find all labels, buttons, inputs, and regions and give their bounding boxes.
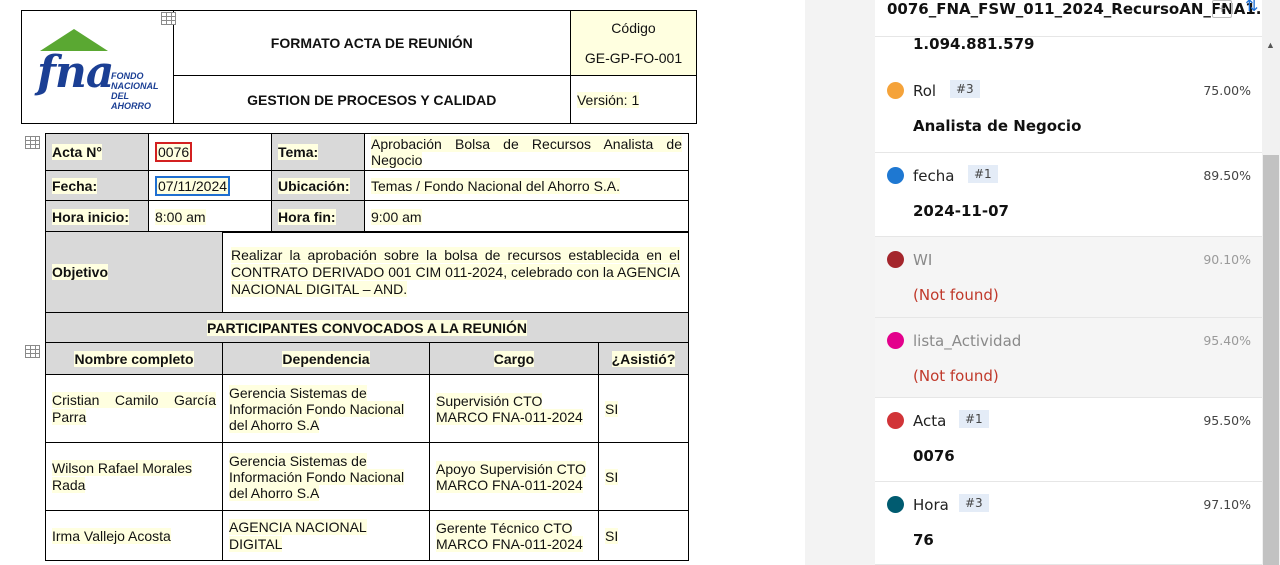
field-confidence: 89.50%: [1203, 168, 1251, 183]
table-row: Wilson Rafael Morales Rada Gerencia Sist…: [45, 442, 689, 511]
field-confidence: 95.50%: [1203, 413, 1251, 428]
field-row-fecha[interactable]: fecha #1 89.50% 2024-11-07: [875, 153, 1262, 237]
tema-label: Tema:: [271, 133, 365, 171]
table-handle-icon[interactable]: [161, 12, 176, 25]
scrollbar[interactable]: ▲: [1262, 0, 1280, 565]
participants-title: PARTICIPANTES CONVOCADOS A LA REUNIÓN: [45, 312, 689, 343]
field-color-dot-icon: [887, 167, 904, 184]
objetivo-value: Realizar la aprobación sobre la bolsa de…: [222, 231, 689, 313]
document-viewer: fna FONDO NACIONAL DEL AHORRO FORMATO AC…: [0, 0, 805, 565]
participant-dependencia: Gerencia Sistemas de Información Fondo N…: [222, 374, 430, 443]
table-handle-icon[interactable]: [25, 345, 40, 358]
doc-subtitle: GESTION DE PROCESOS Y CALIDAD: [172, 75, 571, 124]
new-file-icon[interactable]: +: [1212, 0, 1232, 18]
participant-cargo: Apoyo Supervisión CTO MARCO FNA-011-2024: [429, 442, 599, 511]
acta-value-cell: 0076: [148, 133, 272, 171]
field-confidence: 97.10%: [1203, 497, 1251, 512]
field-name: Rol: [913, 82, 937, 100]
field-value[interactable]: 2024-11-07: [913, 202, 1009, 220]
field-value[interactable]: (Not found): [913, 367, 999, 385]
field-name: WI: [913, 251, 933, 269]
fecha-value-cell: 07/11/2024: [148, 170, 272, 201]
field-row-hora[interactable]: Hora #3 97.10% 76: [875, 482, 1262, 565]
acta-label: Acta N°: [45, 133, 149, 171]
fecha-value[interactable]: 07/11/2024: [155, 175, 231, 196]
version-value: Versión: 1: [576, 91, 640, 108]
fecha-label: Fecha:: [45, 170, 149, 201]
col-header-dependencia: Dependencia: [222, 342, 430, 375]
scrollbar-thumb[interactable]: [1263, 155, 1279, 565]
header-table: fna FONDO NACIONAL DEL AHORRO FORMATO AC…: [21, 10, 698, 124]
doc-title: FORMATO ACTA DE REUNIÓN: [172, 10, 571, 76]
field-value[interactable]: Analista de Negocio: [913, 117, 1081, 135]
tema-value: Aprobación Bolsa de Recursos Analista de…: [364, 133, 689, 171]
field-row-acta[interactable]: Acta #1 95.50% 0076: [875, 398, 1262, 482]
logo-text: FONDO NACIONAL DEL AHORRO: [111, 71, 159, 111]
field-value[interactable]: 0076: [913, 447, 955, 465]
participant-nombre: Cristian Camilo García Parra: [45, 374, 223, 443]
field-name: fecha: [913, 167, 955, 185]
hora-inicio-value: 8:00 am: [148, 200, 272, 233]
field-value[interactable]: 76: [913, 531, 934, 549]
participant-nombre: Irma Vallejo Acosta: [45, 510, 223, 561]
table-row: Cristian Camilo García Parra Gerencia Si…: [45, 374, 689, 443]
objetivo-label: Objetivo: [45, 231, 223, 313]
participant-asistio: SI: [598, 510, 689, 561]
hora-fin-label: Hora fin:: [271, 200, 365, 233]
participant-dependencia: AGENCIA NACIONAL DIGITAL: [222, 510, 430, 561]
table-row: Irma Vallejo Acosta AGENCIA NACIONAL DIG…: [45, 510, 689, 561]
field-row-wi[interactable]: WI 90.10% (Not found): [875, 237, 1262, 318]
field-badge: #1: [968, 165, 998, 183]
field-badge: #3: [959, 494, 989, 512]
participant-cargo: Gerente Técnico CTO MARCO FNA-011-2024: [429, 510, 599, 561]
col-header-nombre: Nombre completo: [45, 342, 223, 375]
codigo-cell: Código GE-GP-FO-001: [569, 10, 698, 76]
participant-dependencia: Gerencia Sistemas de Información Fondo N…: [222, 442, 430, 511]
logo-wordmark: fna: [37, 47, 114, 98]
version-cell: Versión: 1: [569, 75, 698, 124]
col-header-cargo: Cargo: [429, 342, 599, 375]
field-badge: #3: [950, 80, 980, 98]
logo-cell: fna FONDO NACIONAL DEL AHORRO: [21, 10, 174, 124]
participant-nombre: Wilson Rafael Morales Rada: [45, 442, 223, 511]
field-color-dot-icon: [887, 251, 904, 268]
sort-arrows-icon[interactable]: ⇅: [1245, 0, 1258, 15]
table-handle-icon[interactable]: [25, 136, 40, 149]
field-confidence: 75.00%: [1203, 83, 1251, 98]
field-name: Hora: [913, 496, 949, 514]
codigo-label: Código: [611, 20, 656, 36]
col-header-asistio: ¿Asistió?: [598, 342, 689, 375]
hora-fin-value: 9:00 am: [364, 200, 689, 233]
participant-cargo: Supervisión CTO MARCO FNA-011-2024: [429, 374, 599, 443]
field-color-dot-icon: [887, 82, 904, 99]
field-color-dot-icon: [887, 496, 904, 513]
pane-divider: [805, 0, 875, 565]
ubicacion-value: Temas / Fondo Nacional del Ahorro S.A.: [364, 170, 689, 201]
field-name: Acta: [913, 412, 947, 430]
field-name: lista_Actividad: [913, 332, 1022, 350]
top-value: 1.094.881.579: [913, 35, 1035, 53]
panel-header: 0076_FNA_FSW_011_2024_RecursoAN_FNA1... …: [875, 0, 1262, 53]
participants-table: Objetivo Realizar la aprobación sobre la…: [45, 231, 689, 561]
field-row-rol[interactable]: Rol #3 75.00% Analista de Negocio: [875, 68, 1262, 153]
ubicacion-label: Ubicación:: [271, 170, 365, 201]
field-color-dot-icon: [887, 412, 904, 429]
hora-inicio-label: Hora inicio:: [45, 200, 149, 233]
field-value[interactable]: (Not found): [913, 286, 999, 304]
field-confidence: 90.10%: [1203, 252, 1251, 267]
codigo-value: GE-GP-FO-001: [584, 50, 683, 66]
acta-info-table: Acta N° 0076 Tema: Aprobación Bolsa de R…: [45, 133, 689, 233]
field-row-lista_actividad[interactable]: lista_Actividad 95.40% (Not found): [875, 318, 1262, 398]
file-title: 0076_FNA_FSW_011_2024_RecursoAN_FNA1...: [887, 0, 1262, 18]
acta-value[interactable]: 0076: [155, 142, 193, 162]
participant-asistio: SI: [598, 374, 689, 443]
fna-logo: fna FONDO NACIONAL DEL AHORRO: [22, 13, 169, 121]
participant-asistio: SI: [598, 442, 689, 511]
field-badge: #1: [959, 410, 989, 428]
field-confidence: 95.40%: [1203, 333, 1251, 348]
extraction-panel: 0076_FNA_FSW_011_2024_RecursoAN_FNA1... …: [875, 0, 1262, 565]
scroll-up-icon[interactable]: ▲: [1266, 40, 1275, 50]
field-color-dot-icon: [887, 332, 904, 349]
